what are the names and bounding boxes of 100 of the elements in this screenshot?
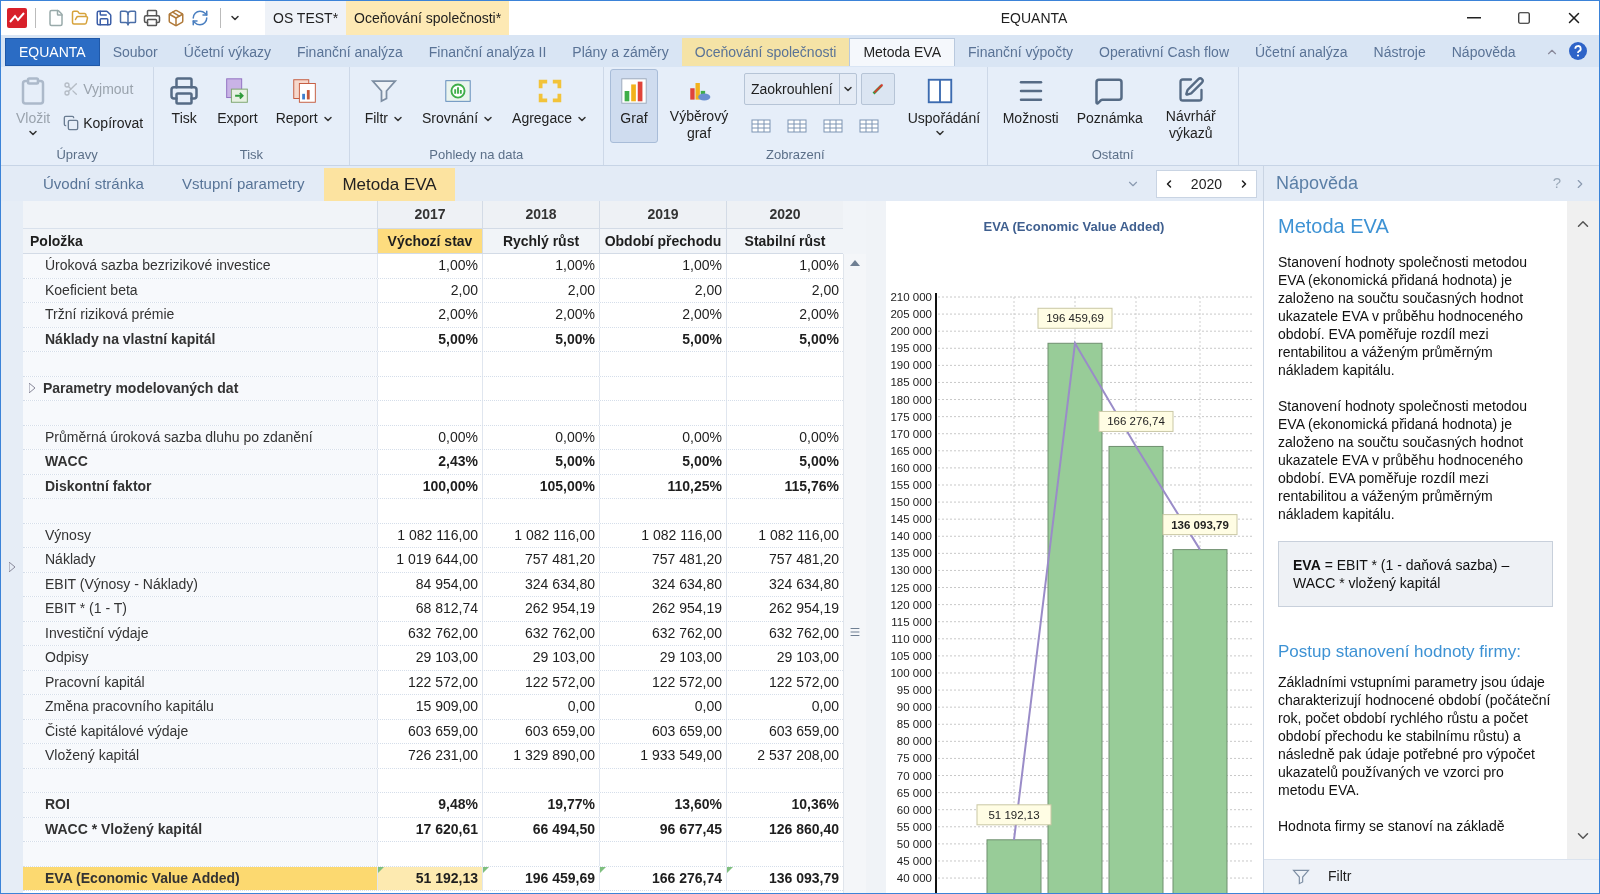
grid-icon [859,117,879,133]
ribbon-tab[interactable]: EQUANTA [5,38,100,66]
ribbon-tab[interactable]: Účetní analýza [1242,38,1361,66]
column-header[interactable]: Výchozí stav [377,229,482,254]
ribbon-button[interactable]: Výběrový graf [658,69,740,143]
row-label: Výnosy [23,523,377,547]
y-tick-label: 85 000 [896,718,932,731]
scroll-grip-icon[interactable] [849,626,861,638]
table-cell: 196 459,69 [482,866,599,890]
ribbon-tab[interactable]: Finanční výpočty [955,38,1087,66]
row-label: WACC [23,450,377,474]
table-cell: 0,00 [599,695,726,719]
row-label: Čisté kapitálové výdaje [23,719,377,743]
ribbon-button[interactable]: Tisk [160,69,209,143]
table-cell: 0,00% [599,425,726,449]
y-tick-label: 155 000 [890,478,932,491]
ribbon-tab[interactable]: Účetní výkazy [170,38,284,66]
ribbon-tab[interactable]: Plány a záměry [559,38,682,66]
ribbon-button[interactable]: Filtr [355,69,413,143]
ribbon-button[interactable]: Srovnání [413,69,504,143]
table-cell: 84 954,00 [377,572,482,596]
group-label: Tisk [238,146,265,164]
ribbon-tab[interactable]: Oceňování společnosti [681,38,850,66]
row-label: Náklady na vlastní kapitál [23,327,377,351]
note-icon [1093,76,1124,106]
table-cell: 1 933 549,00 [599,744,726,768]
row-label: Tržní riziková prémie [23,303,377,327]
ribbon-tab[interactable]: Metoda EVA [849,38,955,66]
package-icon [167,9,185,27]
y-tick-label: 180 000 [890,393,932,406]
chart-title: EVA (Economic Value Added) [983,219,1165,234]
column-header[interactable]: Období přechodu [599,229,726,254]
table-cell: 166 276,74 [599,866,726,890]
help-icon[interactable] [1569,42,1587,60]
rounding-dropdown[interactable]: Zaokrouhlení [744,73,857,105]
file-icon [47,9,65,27]
book-icon [119,9,137,27]
formula-box: EVA = EBIT * (1 - daňová sazba) – WACC * vložený kapitál [1278,541,1553,607]
year-header: 2020 [726,201,843,229]
table-cell: 2,00% [599,303,726,327]
scrollbar[interactable] [843,254,866,893]
ribbon-button[interactable]: Návrhář výkazů [1149,69,1232,143]
document-tab[interactable]: Oceňování společnosti* [346,1,510,35]
table-cell: 0,00% [377,425,482,449]
ribbon-tab[interactable]: Operativní Cash flow [1086,38,1242,66]
year-selector[interactable]: 2020 [1155,170,1257,198]
document-tab[interactable]: OS TEST* [265,1,347,35]
ribbon-button[interactable]: Poznámka [1067,69,1150,143]
year-header: 2019 [599,201,726,229]
ribbon-tab[interactable]: Finanční analýza [283,38,416,66]
ribbon-button[interactable]: Report [266,69,343,143]
table-cell: 324 634,80 [599,572,726,596]
expand-panel-icon[interactable] [9,562,15,572]
sync-icon [191,9,209,27]
table-cell: 96 677,45 [599,817,726,841]
y-tick-label: 50 000 [896,837,932,850]
filter-link[interactable]: Filtr [1328,866,1352,887]
table-cell: 1,00% [599,254,726,278]
page-tab[interactable]: Metoda EVA [324,168,455,201]
bar-chart-icon [619,76,649,106]
table-cell: 2,00% [482,303,599,327]
y-tick-label: 100 000 [890,666,932,679]
row-label: Koeficient beta [23,278,377,302]
ribbon-tab[interactable]: Soubor [99,38,171,66]
y-tick-label: 80 000 [896,735,932,748]
y-tick-label: 65 000 [896,786,932,799]
swap-button[interactable] [860,73,895,105]
table-cell: 122 572,00 [599,670,726,694]
ribbon-tab[interactable]: Nástroje [1360,38,1439,66]
data-label: 136 093,79 [1171,518,1229,531]
column-header[interactable]: Rychlý růst [482,229,599,254]
help-heading: Metoda EVA [1278,217,1390,235]
ribbon-tab[interactable]: Finanční analýza II [415,38,560,66]
column-header[interactable]: Stabilní růst [726,229,843,254]
save-icon [95,9,113,27]
ribbon-button[interactable]: Graf [610,69,658,143]
row-label: WACC * Vložený kapitál [23,817,377,841]
row-label: Investiční výdaje [23,621,377,645]
table-cell: 1 082 116,00 [482,523,599,547]
data-label: 51 192,13 [988,808,1040,821]
scrollbar[interactable] [1567,201,1599,859]
ribbon-button[interactable]: Možnosti [993,69,1068,143]
scroll-up-icon[interactable] [850,260,860,266]
ribbon-button[interactable]: Uspořádání [898,69,981,143]
row-label: EVA (Economic Value Added) [23,866,377,890]
ribbon-tab[interactable]: Nápověda [1438,38,1529,66]
table-cell: 324 634,80 [482,572,599,596]
table-cell: 0,00 [482,695,599,719]
table-cell: 29 103,00 [482,646,599,670]
table-cell: 5,00% [482,450,599,474]
page-tab[interactable]: Vstupní parametry [163,168,323,201]
table-cell: 19,77% [482,793,599,817]
ribbon-small-button[interactable]: Kopírovat [63,111,144,135]
group-row[interactable]: Parametry modelovaných dat [23,376,377,400]
table-cell: 1,00% [377,254,482,278]
y-tick-label: 175 000 [890,410,932,423]
ribbon-button[interactable]: Export [208,69,267,143]
y-tick-label: 210 000 [890,291,932,303]
ribbon-button[interactable]: Agregace [503,69,597,143]
page-tab[interactable]: Úvodní stránka [25,168,162,201]
